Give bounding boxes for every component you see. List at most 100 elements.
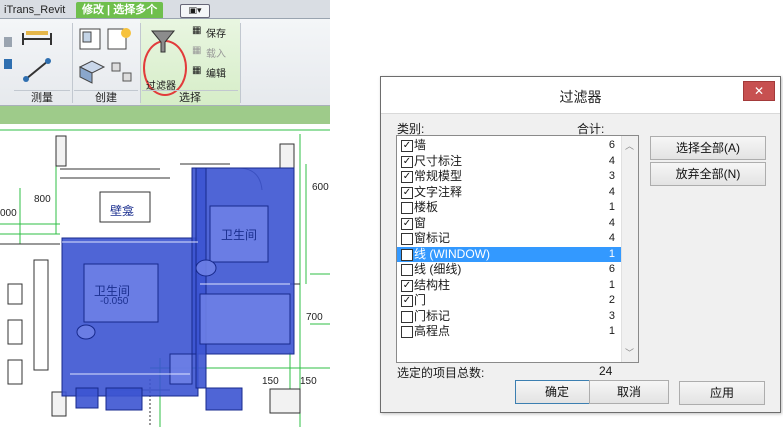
tab-dropdown-icon[interactable]: ▣▾ <box>180 4 210 18</box>
floor-plan-drawing <box>0 129 330 427</box>
category-row[interactable]: ✓ 尺寸标注 4 <box>397 154 621 170</box>
align-dimension-icon[interactable] <box>22 57 52 83</box>
filter-icon[interactable] <box>150 29 176 55</box>
ribbon-separator <box>72 23 73 103</box>
check-none-button[interactable]: 放弃全部(N) <box>650 162 766 186</box>
dialog-title: 过滤器 <box>559 89 602 105</box>
floor-plan-view[interactable]: 壁龛 卫生间 卫生间 -0.050 800 000 600 700 150 15… <box>0 124 330 427</box>
category-checkbox[interactable] <box>401 326 413 338</box>
category-checkbox[interactable]: ✓ <box>401 186 413 199</box>
dimension-text: 150 <box>262 376 279 387</box>
paint-icon[interactable] <box>2 35 16 75</box>
ribbon-separator <box>140 23 141 103</box>
dimension-text: 000 <box>0 208 17 219</box>
measure-distance-icon[interactable] <box>20 27 54 51</box>
category-checkbox[interactable]: ✓ <box>401 140 413 152</box>
tab-modify-select-multiple[interactable]: 修改 | 选择多个 <box>76 2 164 18</box>
vertical-scrollbar[interactable]: ︿ ﹀ <box>621 136 638 362</box>
category-checkbox[interactable]: ✓ <box>401 155 413 168</box>
category-row[interactable]: 窗标记 4 <box>397 231 621 247</box>
category-count: 6 <box>608 139 615 151</box>
category-row[interactable]: ✓ 结构柱 1 <box>397 278 621 294</box>
category-name: 文字注释 <box>414 184 463 199</box>
ribbon-tab-bar: iTrans_Revit 修改 | 选择多个 ▣▾ <box>0 0 330 19</box>
dimension-text: 800 <box>34 194 51 205</box>
category-row[interactable]: ✓ 常规模型 3 <box>397 169 621 185</box>
category-row[interactable]: 楼板 1 <box>397 200 621 216</box>
category-checkbox[interactable]: ✓ <box>401 171 413 183</box>
category-name: 窗标记 <box>414 231 451 245</box>
edit-selection-icon[interactable]: ▦ <box>192 65 201 76</box>
scroll-up-icon[interactable]: ︿ <box>625 139 634 152</box>
category-name: 门 <box>414 293 427 307</box>
dimension-text: 600 <box>312 182 329 193</box>
dimension-text: 150 <box>300 376 317 387</box>
apply-button[interactable]: 应用 <box>679 381 765 405</box>
group-label-select: 选择 <box>142 90 238 105</box>
category-count: 4 <box>608 185 615 198</box>
category-count: 1 <box>608 325 615 337</box>
category-count: 3 <box>608 170 615 182</box>
scroll-down-icon[interactable]: ﹀ <box>625 346 634 359</box>
category-row[interactable]: 门标记 3 <box>397 309 621 325</box>
save-selection-button[interactable]: 保存 <box>206 25 226 40</box>
create-group-icon[interactable] <box>78 27 102 51</box>
edit-selection-button[interactable]: 编辑 <box>206 65 226 80</box>
category-name: 常规模型 <box>414 169 463 183</box>
room-label-bathroom-1: 卫生间 <box>221 228 258 242</box>
category-checkbox[interactable] <box>401 202 413 214</box>
category-checkbox[interactable] <box>401 310 413 323</box>
select-all-button[interactable]: 选择全部(A) <box>650 136 766 160</box>
ok-button[interactable]: 确定 <box>515 380 599 404</box>
category-name: 线 (细线) <box>414 262 462 276</box>
category-name: 线 (WINDOW) <box>414 246 490 261</box>
dialog-title-bar[interactable]: 过滤器 ✕ <box>381 77 780 114</box>
selected-total-label: 选定的项目总数: <box>397 366 485 380</box>
filter-dialog: 过滤器 ✕ 类别: 合计: ✓ 墙 6 ✓ 尺寸标注 4 ✓ 常规模型 3 ✓ 文字注释 4 楼板 1 ✓ 窗… <box>380 76 781 413</box>
category-checkbox[interactable]: ✓ <box>401 279 413 292</box>
category-list[interactable]: ✓ 墙 6 ✓ 尺寸标注 4 ✓ 常规模型 3 ✓ 文字注释 4 楼板 1 ✓ 窗 4 窗标记 4 线 (WINDOW… <box>396 135 639 363</box>
ribbon-panel: 测量 创建 过滤器 ▦ 保存 ▦ 载入 ▦ 编辑 选择 <box>0 19 330 106</box>
create-similar-icon[interactable] <box>106 25 134 53</box>
category-checkbox[interactable] <box>401 248 413 261</box>
selected-total-value: 24 <box>599 364 613 378</box>
cancel-button[interactable]: 取消 <box>589 380 669 404</box>
options-bar <box>0 106 330 124</box>
category-name: 门标记 <box>414 308 451 323</box>
category-checkbox[interactable] <box>401 264 413 276</box>
category-row[interactable]: ✓ 门 2 <box>397 293 621 309</box>
save-selection-icon[interactable]: ▦ <box>192 25 201 36</box>
revit-window: iTrans_Revit 修改 | 选择多个 ▣▾ 测量 创建 过滤器 ▦ 保存… <box>0 0 330 427</box>
category-name: 高程点 <box>414 324 451 338</box>
load-selection-button: 载入 <box>206 49 226 60</box>
category-checkbox[interactable]: ✓ <box>401 217 413 230</box>
category-name: 墙 <box>414 138 427 152</box>
category-count: 2 <box>608 294 615 306</box>
category-count: 4 <box>608 232 615 244</box>
create-assembly-icon[interactable] <box>78 59 106 85</box>
close-icon: ✕ <box>753 84 765 98</box>
category-name: 楼板 <box>414 200 439 214</box>
category-count: 1 <box>608 247 615 260</box>
tab-itrans-revit[interactable]: iTrans_Revit <box>0 2 69 18</box>
close-button[interactable]: ✕ <box>743 81 775 101</box>
category-row[interactable]: 高程点 1 <box>397 324 621 340</box>
category-name: 尺寸标注 <box>414 153 463 168</box>
category-row[interactable]: 线 (WINDOW) 1 <box>397 246 621 262</box>
group-label-create: 创建 <box>74 90 138 105</box>
create-parts-icon[interactable] <box>110 61 134 83</box>
category-row[interactable]: ✓ 文字注释 4 <box>397 185 621 201</box>
load-selection-icon: ▦ <box>192 45 202 56</box>
category-row[interactable]: ✓ 窗 4 <box>397 216 621 232</box>
category-row[interactable]: ✓ 墙 6 <box>397 138 621 154</box>
room-label-niche: 壁龛 <box>110 204 135 218</box>
category-count: 3 <box>608 309 615 322</box>
category-row[interactable]: 线 (细线) 6 <box>397 262 621 278</box>
category-count: 6 <box>608 263 615 275</box>
elevation-text: -0.050 <box>100 296 129 307</box>
category-checkbox[interactable]: ✓ <box>401 295 413 307</box>
category-name: 结构柱 <box>414 277 451 292</box>
group-label-measure: 测量 <box>14 90 70 105</box>
category-count: 1 <box>608 201 615 213</box>
category-checkbox[interactable] <box>401 233 413 245</box>
